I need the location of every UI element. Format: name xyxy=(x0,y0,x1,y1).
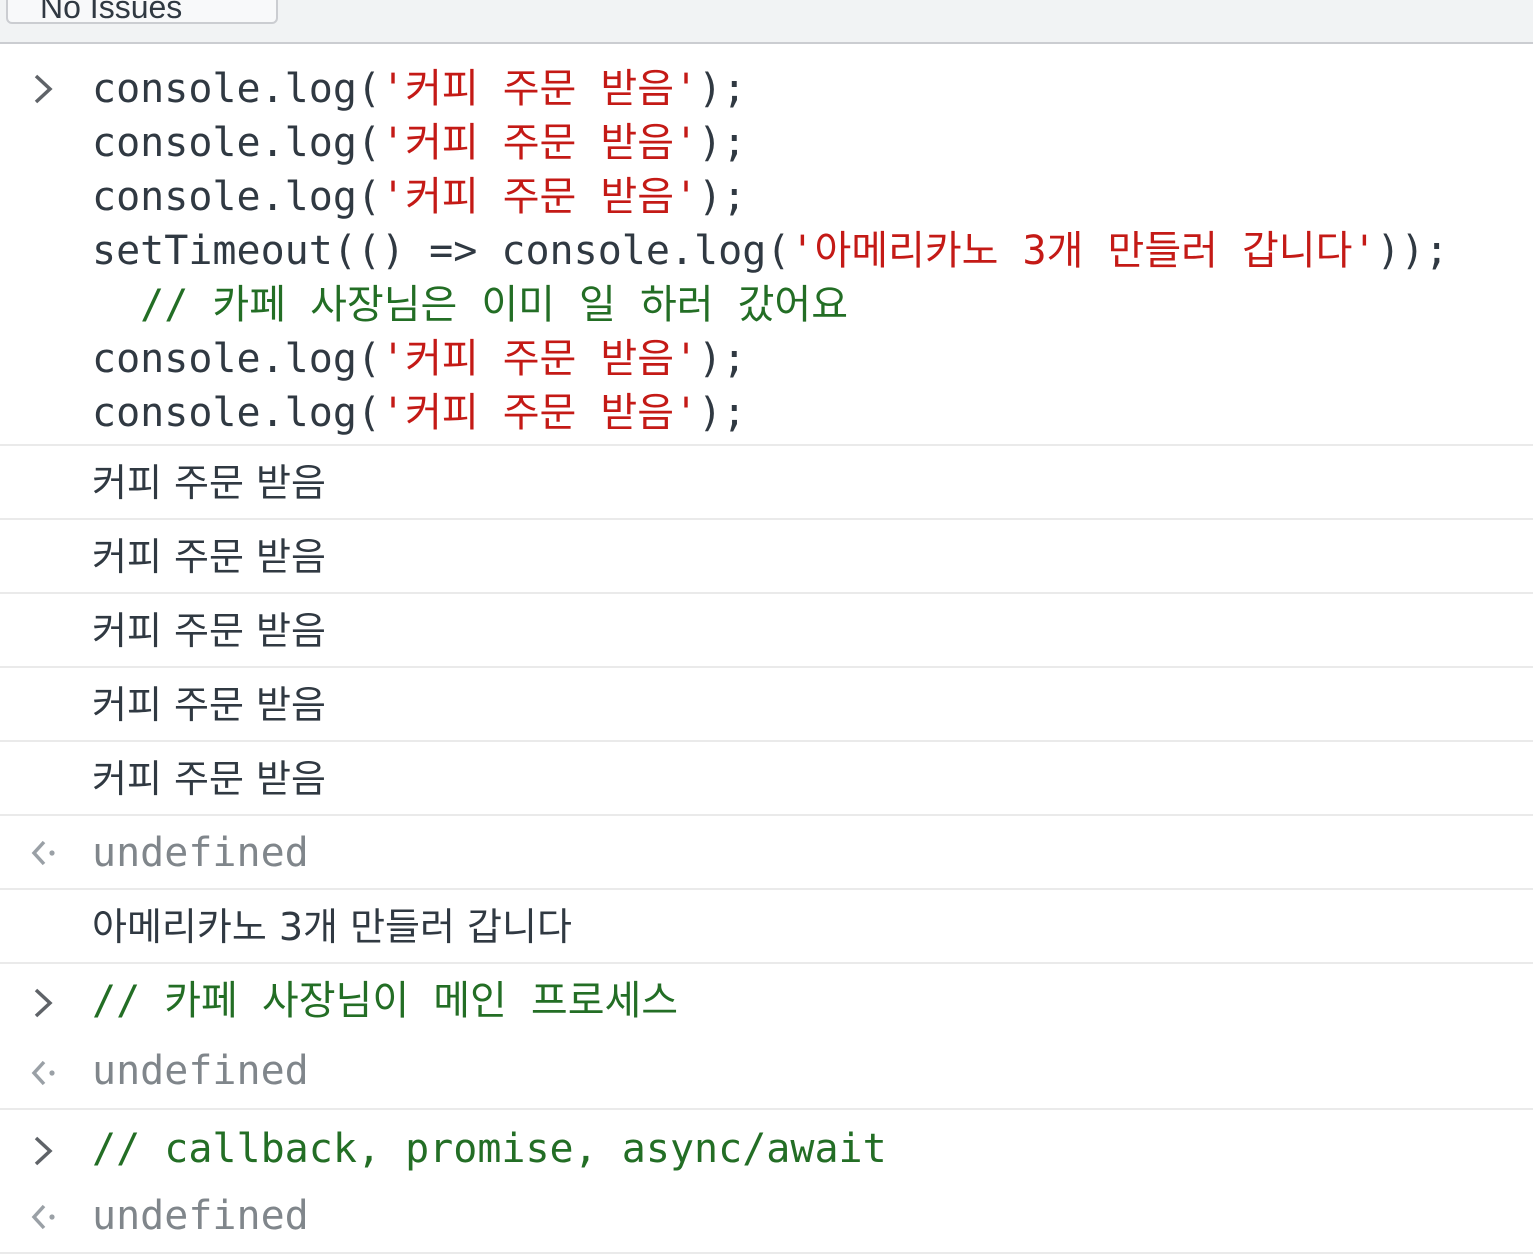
code-comment: // callback, promise, async/await xyxy=(92,1126,887,1172)
log-message: 커피 주문 받음 xyxy=(92,461,326,505)
code-block: // callback, promise, async/await xyxy=(0,1110,1533,1188)
code-string: '커피 주문 받음' xyxy=(380,174,699,220)
code-line: setTimeout(() => console.log('아메리카노 3개 만… xyxy=(92,224,1533,278)
console-result-entry: undefined xyxy=(0,1184,1533,1254)
result-prompt-icon xyxy=(28,1202,62,1232)
code-line: console.log('커피 주문 받음'); xyxy=(92,170,1533,224)
console-log-entry: 커피 주문 받음 xyxy=(0,742,1533,816)
code-block: // 카페 사장님이 메인 프로세스 xyxy=(0,964,1533,1038)
console-input-entry: console.log('커피 주문 받음'); console.log('커피 … xyxy=(0,46,1533,446)
console-log-entry: 커피 주문 받음 xyxy=(0,520,1533,594)
code-punct: ); xyxy=(698,174,747,220)
code-call: console.log( xyxy=(92,120,381,166)
result-prompt-icon xyxy=(28,1058,62,1088)
input-prompt-icon xyxy=(28,1134,62,1168)
code-call: console.log( xyxy=(92,336,381,382)
code-call: console.log( xyxy=(92,390,381,436)
code-punct: ); xyxy=(698,336,747,382)
code-string: '커피 주문 받음' xyxy=(380,66,699,112)
code-punct: )); xyxy=(1376,228,1449,274)
input-prompt-icon xyxy=(28,986,62,1020)
code-call: console.log( xyxy=(92,66,381,112)
issues-button[interactable]: No Issues xyxy=(6,0,278,24)
log-message: 커피 주문 받음 xyxy=(92,683,326,727)
code-line: console.log('커피 주문 받음'); xyxy=(92,62,1533,116)
log-message: 아메리카노 3개 만들러 갑니다 xyxy=(92,905,572,949)
code-comment: // 카페 사장님은 이미 일 하러 갔어요 xyxy=(92,282,849,328)
code-punct: ); xyxy=(698,120,747,166)
code-punct: ); xyxy=(698,390,747,436)
console-result-entry: undefined xyxy=(0,1038,1533,1110)
log-message: 커피 주문 받음 xyxy=(92,757,326,801)
code-string: '커피 주문 받음' xyxy=(380,336,699,382)
console-input-entry: // callback, promise, async/await xyxy=(0,1110,1533,1184)
code-line: console.log('커피 주문 받음'); xyxy=(92,116,1533,170)
code-punct: ); xyxy=(698,66,747,112)
code-line: // 카페 사장님은 이미 일 하러 갔어요 xyxy=(92,278,1533,332)
result-prompt-icon xyxy=(28,838,62,868)
code-comment: // 카페 사장님이 메인 프로세스 xyxy=(92,978,679,1024)
code-block: console.log('커피 주문 받음'); console.log('커피 … xyxy=(0,62,1533,440)
code-call: setTimeout(() => console.log( xyxy=(92,228,791,274)
code-string: '아메리카노 3개 만들러 갑니다' xyxy=(790,228,1377,274)
code-line: console.log('커피 주문 받음'); xyxy=(92,386,1533,440)
code-string: '커피 주문 받음' xyxy=(380,390,699,436)
console-toolbar: No Issues xyxy=(0,0,1533,44)
console-output: console.log('커피 주문 받음'); console.log('커피 … xyxy=(0,46,1533,1258)
console-log-entry: 커피 주문 받음 xyxy=(0,594,1533,668)
code-string: '커피 주문 받음' xyxy=(380,120,699,166)
console-input-entry: // 카페 사장님이 메인 프로세스 xyxy=(0,964,1533,1038)
input-prompt-icon xyxy=(28,72,62,106)
log-message: 커피 주문 받음 xyxy=(92,535,326,579)
code-call: console.log( xyxy=(92,174,381,220)
result-value: undefined xyxy=(92,830,309,876)
console-log-entry: 커피 주문 받음 xyxy=(0,446,1533,520)
log-message: 커피 주문 받음 xyxy=(92,609,326,653)
result-value: undefined xyxy=(92,1193,309,1239)
console-log-entry: 커피 주문 받음 xyxy=(0,668,1533,742)
console-result-entry: undefined xyxy=(0,816,1533,890)
result-value: undefined xyxy=(92,1048,309,1094)
code-line: console.log('커피 주문 받음'); xyxy=(92,332,1533,386)
console-log-entry: 아메리카노 3개 만들러 갑니다 xyxy=(0,890,1533,964)
